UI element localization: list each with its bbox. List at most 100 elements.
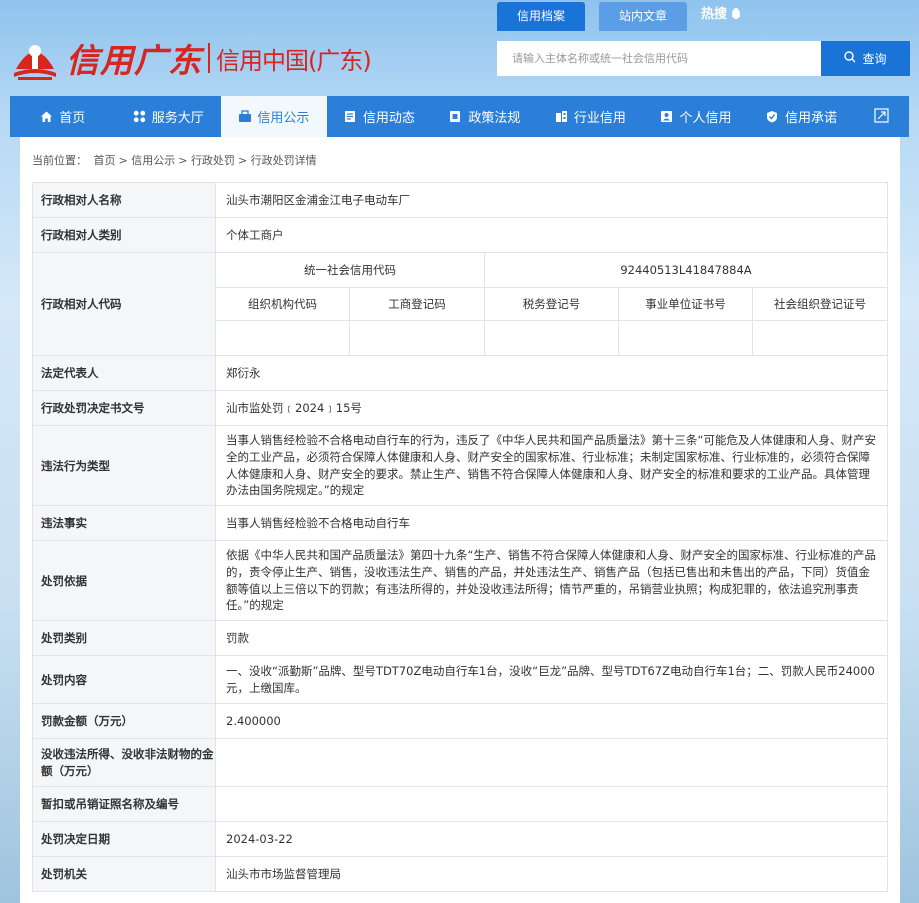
table-row: 行政处罚决定书文号 汕市监处罚﹝2024﹞15号 [32, 390, 888, 426]
table-row: 违法行为类型 当事人销售经检验不合格电动自行车的行为，违反了《中华人民共和国产品… [32, 425, 888, 506]
table-row: 处罚机关 汕头市市场监督管理局 [32, 856, 888, 892]
nav-label-credit-pledge: 信用承诺 [784, 111, 837, 126]
penalty-detail-table: 行政相对人名称 汕头市潮阳区金浦金江电子电动车厂 行政相对人类别 个体工商户 行… [32, 182, 888, 892]
tax-reg-header: 税务登记号 [484, 287, 619, 321]
nav-label-personal-credit: 个人信用 [679, 111, 732, 126]
nav-item-service-hall[interactable]: 服务大厅 [116, 96, 222, 137]
confiscation-label: 没收违法所得、没收非法财物的金额（万元） [32, 738, 216, 787]
site-logo[interactable]: 信用广东 信用中国(广东) [10, 30, 380, 86]
nav-item-credit-news[interactable]: 信用动态 [327, 96, 433, 137]
nav-label-service-hall: 服务大厅 [151, 111, 204, 126]
hot-search-link[interactable]: 热搜 [701, 2, 740, 31]
search-button-label: 查询 [862, 52, 887, 66]
license-label: 暂扣或吊销证照名称及编号 [32, 786, 216, 822]
date-value: 2024-03-22 [215, 821, 888, 857]
search-tab-credit-file[interactable]: 信用档案 [497, 2, 586, 31]
nav-label-credit-notice: 信用公示 [257, 111, 310, 126]
institution-cert-value [618, 320, 753, 356]
policy-icon [449, 110, 462, 123]
tax-reg-value [484, 320, 619, 356]
table-row: 行政相对人代码 统一社会信用代码 92440513L41847884A [32, 252, 888, 356]
violation-type-value: 当事人销售经检验不合格电动自行车的行为，违反了《中华人民共和国产品质量法》第十三… [215, 425, 888, 506]
logo-emblem-icon [10, 33, 60, 83]
table-row: 违法事实 当事人销售经检验不合格电动自行车 [32, 505, 888, 541]
breadcrumb-item-credit-notice[interactable]: 信用公示 [131, 154, 175, 167]
table-row: 没收违法所得、没收非法财物的金额（万元） [32, 738, 888, 787]
table-row: 处罚类别 罚款 [32, 620, 888, 656]
social-org-header: 社会组织登记证号 [752, 287, 888, 321]
uscc-label: 统一社会信用代码 [215, 252, 485, 288]
legal-rep-value: 郑衍永 [215, 355, 888, 391]
org-code-value [215, 320, 350, 356]
expand-button[interactable] [854, 96, 909, 137]
authority-label: 处罚机关 [32, 856, 216, 892]
table-row: 处罚依据 依据《中华人民共和国产品质量法》第四十九条“生产、销售不符合保障人体健… [32, 540, 888, 621]
news-icon [344, 110, 357, 123]
table-row: 处罚内容 一、没收“派勤斯”品牌、型号TDT70Z电动自行车1台，没收“巨龙”品… [32, 655, 888, 704]
doc-no-label: 行政处罚决定书文号 [32, 390, 216, 426]
content-label: 处罚内容 [32, 655, 216, 704]
person-icon [660, 110, 673, 123]
nav-label-industry-credit: 行业信用 [573, 111, 626, 126]
date-label: 处罚决定日期 [32, 821, 216, 857]
table-row: 处罚决定日期 2024-03-22 [32, 821, 888, 857]
fine-value: 2.400000 [215, 703, 888, 739]
basis-label: 处罚依据 [32, 540, 216, 621]
search-bar: 请输入主体名称或统一社会信用代码 查询 [497, 41, 910, 76]
license-value [215, 786, 888, 822]
confiscation-value [215, 738, 888, 787]
notice-icon [238, 110, 252, 123]
nav-label-policy: 政策法规 [468, 111, 521, 126]
search-button[interactable]: 查询 [821, 41, 910, 76]
uscc-value: 92440513L41847884A [484, 252, 888, 288]
org-code-header: 组织机构代码 [215, 287, 350, 321]
nav-item-personal-credit[interactable]: 个人信用 [643, 96, 749, 137]
logo-site-name: 信用中国(广东) [216, 46, 372, 75]
violation-type-label: 违法行为类型 [32, 425, 216, 506]
search-input[interactable]: 请输入主体名称或统一社会信用代码 [497, 41, 821, 76]
table-row: 罚款金额（万元） 2.400000 [32, 703, 888, 739]
code-label: 行政相对人代码 [32, 252, 216, 356]
nav-item-credit-notice[interactable]: 信用公示 [221, 96, 327, 137]
table-row: 暂扣或吊销证照名称及编号 [32, 786, 888, 822]
shield-icon [766, 110, 779, 123]
table-row: 行政相对人类别 个体工商户 [32, 217, 888, 253]
hot-search-label: 热搜 [701, 7, 728, 22]
name-value: 汕头市潮阳区金浦金江电子电动车厂 [215, 182, 888, 218]
search-tab-site-articles[interactable]: 站内文章 [599, 2, 688, 31]
breadcrumb-item-home[interactable]: 首页 [94, 154, 116, 167]
category-label: 处罚类别 [32, 620, 216, 656]
fine-label: 罚款金额（万元） [32, 703, 216, 739]
nav-item-credit-pledge[interactable]: 信用承诺 [749, 96, 855, 137]
main-nav: 首页 服务大厅 信用公示 信用动态 政策法规 行业信用 个人信用 信用承诺 [10, 96, 909, 137]
nav-item-policy[interactable]: 政策法规 [432, 96, 538, 137]
authority-value: 汕头市市场监督管理局 [215, 856, 888, 892]
home-icon [40, 110, 53, 123]
table-row: 法定代表人 郑衍永 [32, 355, 888, 391]
breadcrumb-item-penalty[interactable]: 行政处罚 [191, 154, 235, 167]
breadcrumb-prefix: 当前位置： [32, 154, 87, 167]
nav-label-home: 首页 [59, 111, 86, 126]
business-reg-value [349, 320, 485, 356]
nav-label-credit-news: 信用动态 [362, 111, 415, 126]
nav-item-home[interactable]: 首页 [10, 96, 116, 137]
legal-rep-label: 法定代表人 [32, 355, 216, 391]
detail-panel: 当前位置： 首页 > 信用公示 > 行政处罚 > 行政处罚详情 行政相对人名称 汕头市… [20, 137, 900, 903]
business-reg-header: 工商登记码 [349, 287, 485, 321]
content-value: 一、没收“派勤斯”品牌、型号TDT70Z电动自行车1台，没收“巨龙”品牌、型号T… [215, 655, 888, 704]
type-label: 行政相对人类别 [32, 217, 216, 253]
grid-icon [133, 110, 146, 123]
search-tabs: 信用档案 站内文章 热搜 [497, 2, 740, 31]
institution-cert-header: 事业单位证书号 [618, 287, 753, 321]
social-org-value [752, 320, 888, 356]
logo-script-text: 信用广东 [66, 41, 202, 80]
expand-icon [874, 107, 889, 126]
search-icon [844, 51, 856, 66]
basis-value: 依据《中华人民共和国产品质量法》第四十九条“生产、销售不符合保障人体健康和人身、… [215, 540, 888, 621]
table-row: 行政相对人名称 汕头市潮阳区金浦金江电子电动车厂 [32, 182, 888, 218]
logo-divider [208, 43, 210, 73]
facts-label: 违法事实 [32, 505, 216, 541]
breadcrumb-item-penalty-detail: 行政处罚详情 [250, 154, 317, 167]
fire-icon [731, 8, 740, 19]
nav-item-industry-credit[interactable]: 行业信用 [538, 96, 644, 137]
